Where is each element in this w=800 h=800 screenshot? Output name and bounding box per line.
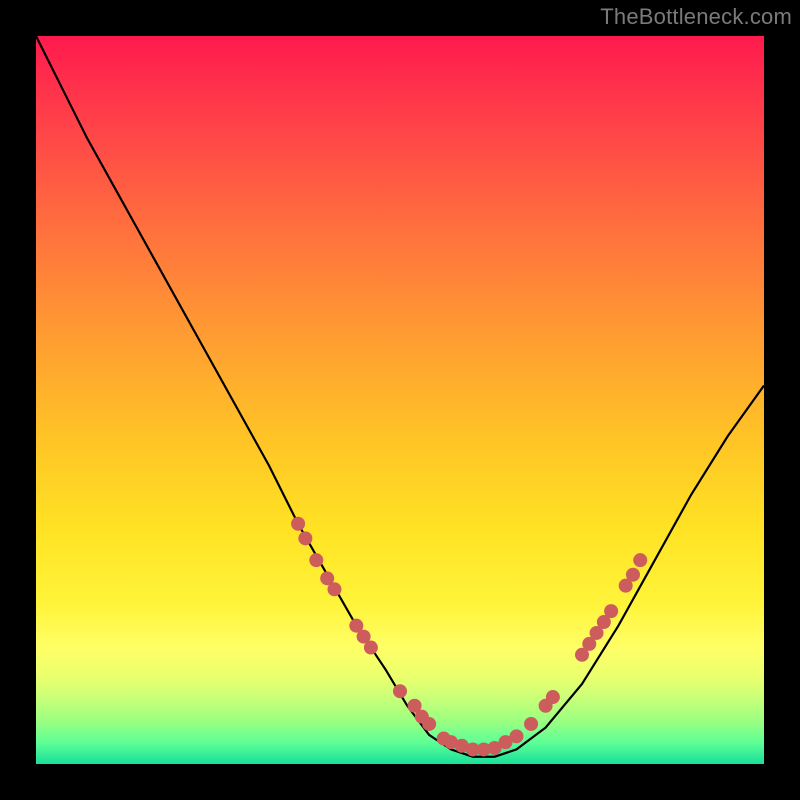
curve-marker bbox=[546, 690, 560, 704]
curve-marker bbox=[298, 531, 312, 545]
chart-frame: TheBottleneck.com bbox=[0, 0, 800, 800]
curve-marker bbox=[393, 684, 407, 698]
curve-layer bbox=[36, 36, 764, 764]
curve-marker bbox=[524, 717, 538, 731]
curve-marker bbox=[422, 717, 436, 731]
curve-marker bbox=[626, 568, 640, 582]
watermark-text: TheBottleneck.com bbox=[600, 4, 792, 30]
curve-marker bbox=[509, 729, 523, 743]
bottleneck-curve-path bbox=[36, 36, 764, 757]
curve-marker bbox=[291, 517, 305, 531]
curve-marker bbox=[604, 604, 618, 618]
curve-marker bbox=[364, 641, 378, 655]
curve-marker bbox=[327, 582, 341, 596]
marker-group bbox=[291, 517, 647, 757]
curve-marker bbox=[633, 553, 647, 567]
plot-area bbox=[36, 36, 764, 764]
curve-marker bbox=[309, 553, 323, 567]
